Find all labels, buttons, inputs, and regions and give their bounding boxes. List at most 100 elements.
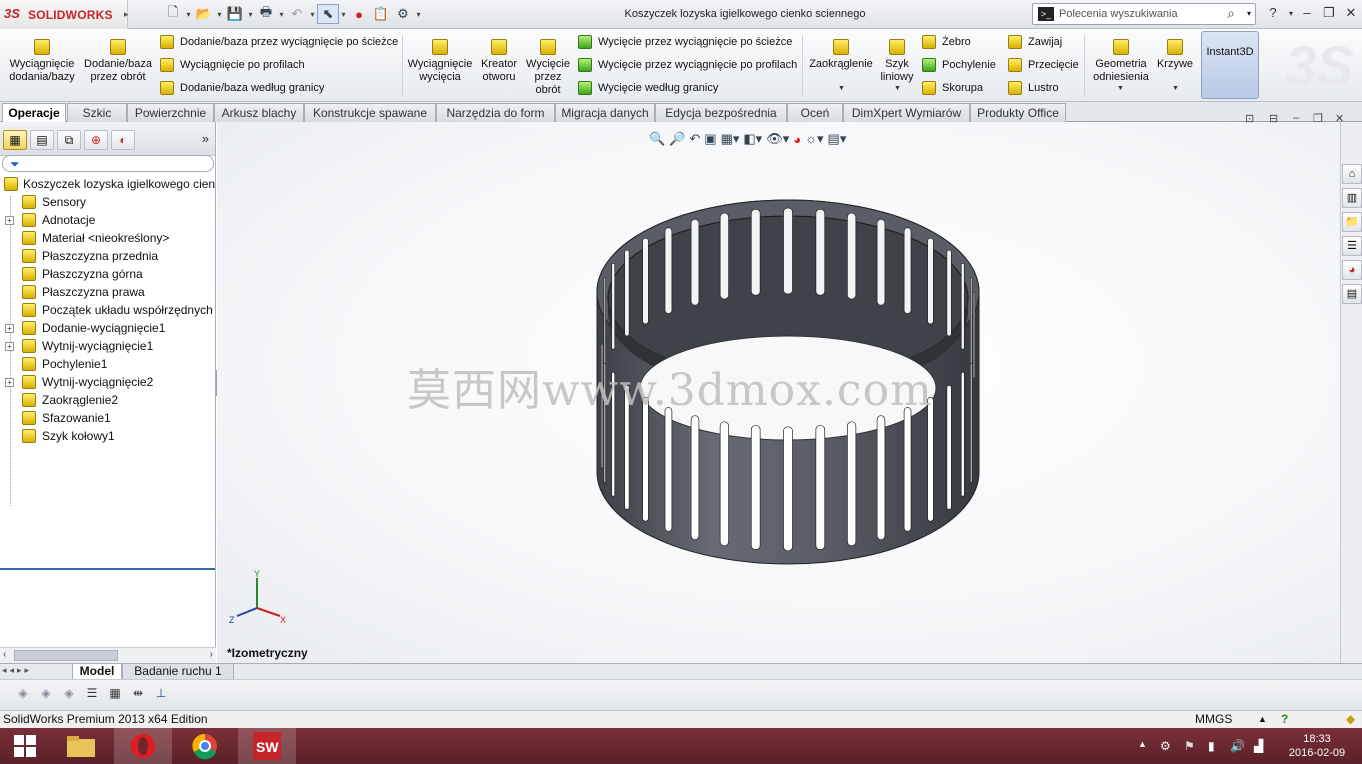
fillet-button[interactable]: Zaokrąglenie (806, 33, 876, 71)
tree-node[interactable]: Początek układu współrzędnych (0, 301, 215, 319)
extruded-cut-button[interactable]: Wyciągnięcie wycięcia (406, 33, 474, 84)
battery-icon[interactable]: ▮ (1208, 739, 1215, 753)
tab-szkic[interactable]: Szkic (67, 103, 127, 122)
new-dropdown-icon[interactable]: ▾ (184, 10, 193, 19)
volume-icon[interactable]: 🔊 (1230, 739, 1245, 753)
expand-node-icon[interactable]: + (5, 342, 14, 351)
lofted-cut-button[interactable]: Wycięcie przez wyciągnięcie po profilach (578, 55, 797, 75)
display-manager-icon[interactable]: ◐ (111, 130, 135, 150)
tree-node[interactable]: + Adnotacje (0, 211, 215, 229)
open-dropdown-icon[interactable]: ▾ (215, 10, 224, 19)
revolved-cut-button[interactable]: Wycięcie przez obrót (524, 33, 572, 97)
action-center-icon[interactable]: ⚑ (1184, 739, 1195, 753)
tree-node[interactable]: Szyk kołowy1 (0, 427, 215, 445)
rib-button[interactable]: Żebro (922, 32, 971, 52)
sketch-tool-2-icon[interactable]: ◈ (37, 686, 55, 704)
tree-node[interactable]: Sfazowanie1 (0, 409, 215, 427)
units-display[interactable]: MMGS (1195, 711, 1232, 728)
draft-button[interactable]: Pochylenie (922, 55, 996, 75)
dimxpert-manager-icon[interactable]: ⊕ (84, 130, 108, 150)
tree-node[interactable]: Materiał <nieokreślony> (0, 229, 215, 247)
select-dropdown-icon[interactable]: ▾ (339, 10, 348, 19)
expand-node-icon[interactable]: + (5, 216, 14, 225)
scroll-right-icon[interactable]: › (210, 649, 213, 660)
open-folder-icon[interactable]: 📂 (193, 4, 215, 24)
wrap-button[interactable]: Zawijaj (1008, 32, 1062, 52)
dimension-icon[interactable]: ⊥ (152, 686, 170, 704)
tab-arkusz-blachy[interactable]: Arkusz blachy (214, 103, 304, 122)
tab-edycja-bezposrednia[interactable]: Edycja bezpośrednia (655, 103, 787, 122)
more-tabs-chevron-icon[interactable]: » (202, 131, 209, 146)
tab-motion-study[interactable]: Badanie ruchu 1 (122, 664, 234, 680)
appearances-scenes-icon[interactable]: ◕ (1342, 260, 1362, 280)
property-manager-icon[interactable]: ▤ (30, 130, 54, 150)
undo-dropdown-icon[interactable]: ▾ (308, 10, 317, 19)
search-dropdown-icon[interactable]: ▾ (1247, 9, 1251, 18)
undo-icon[interactable]: ↶ (286, 4, 308, 24)
ref-geometry-dropdown-icon[interactable]: ▼ (1117, 85, 1124, 92)
boundary-boss-button[interactable]: Dodanie/baza według granicy (160, 78, 324, 98)
close-window-icon[interactable]: ✕ (1340, 5, 1362, 21)
tree-horizontal-scrollbar[interactable]: ‹ › (0, 647, 216, 663)
help-status-icon[interactable]: ? (1281, 711, 1288, 728)
options-dropdown-icon[interactable]: ▾ (414, 10, 423, 19)
tree-node[interactable]: + Dodanie-wyciągnięcie1 (0, 319, 215, 337)
tab-operacje[interactable]: Operacje (2, 103, 66, 123)
chrome-taskbar-icon[interactable] (176, 728, 234, 764)
fillet-dropdown-icon[interactable]: ▼ (838, 85, 845, 92)
solidworks-logo[interactable]: 3S SOLIDWORKS (0, 0, 128, 29)
boundary-cut-button[interactable]: Wycięcie według granicy (578, 78, 718, 98)
extruded-boss-button[interactable]: Wyciągnięcie dodania/bazy (4, 33, 80, 84)
linear-pattern-button[interactable]: Szyk liniowy (876, 33, 918, 84)
rebuild-traffic-light-icon[interactable]: ● (348, 4, 370, 24)
graphics-area[interactable]: ⊡ ⊟ – ❐ ✕ 🔍 🔎 ↶ ▣ ▦▾ ◧▾ 👁▾ ◕ ☼▾ ▤▾ 莫西网ww… (217, 112, 1344, 663)
solidworks-resources-home-icon[interactable]: ⌂ (1342, 164, 1362, 184)
solidworks-taskbar-icon[interactable]: SW (238, 728, 296, 764)
expand-node-icon[interactable]: + (5, 378, 14, 387)
tree-node[interactable]: Pochylenie1 (0, 355, 215, 373)
tab-powierzchnie[interactable]: Powierzchnie (127, 103, 214, 122)
shell-button[interactable]: Skorupa (922, 78, 983, 98)
menu-expand-arrow-icon[interactable]: ▸ (124, 9, 129, 20)
swept-boss-button[interactable]: Dodanie/baza przez wyciągnięcie po ścież… (160, 32, 398, 52)
feature-manager-tree-icon[interactable]: ▦ (3, 130, 27, 150)
minimize-window-icon[interactable]: – (1296, 5, 1318, 20)
tab-scroll-arrows-icon[interactable]: ◂◂▸▸ (2, 665, 32, 676)
command-search-box[interactable]: >_ Polecenia wyszukiwania ⌕ ▾ (1032, 3, 1256, 25)
curves-button[interactable]: Krzywe (1154, 33, 1196, 71)
tree-node[interactable]: Płaszczyzna prawa (0, 283, 215, 301)
tree-node[interactable]: Zaokrąglenie2 (0, 391, 215, 409)
search-icon[interactable]: ⌕ (1227, 5, 1235, 22)
units-dropdown-icon[interactable]: ▲ (1258, 711, 1267, 728)
curves-dropdown-icon[interactable]: ▼ (1172, 85, 1179, 92)
network-sync-icon[interactable]: ⚙ (1160, 739, 1171, 753)
scroll-thumb[interactable] (14, 650, 118, 661)
windows-start-icon[interactable] (0, 728, 50, 764)
layers-icon[interactable]: ☰ (83, 686, 101, 704)
custom-properties-icon[interactable]: ▤ (1342, 284, 1362, 304)
opera-taskbar-icon[interactable] (114, 728, 172, 764)
view-palette-icon[interactable]: ☰ (1342, 236, 1362, 256)
tree-node[interactable]: Płaszczyzna przednia (0, 247, 215, 265)
tree-node[interactable]: + Wytnij-wyciągnięcie2 (0, 373, 215, 391)
tab-narzedzia-do-form[interactable]: Narzędzia do form (436, 103, 555, 122)
tab-ocen[interactable]: Oceń (787, 103, 843, 122)
file-properties-icon[interactable]: 📋 (370, 4, 392, 24)
mirror-button[interactable]: Lustro (1008, 78, 1059, 98)
tab-migracja-danych[interactable]: Migracja danych (555, 103, 655, 122)
tree-node[interactable]: + Wytnij-wyciągnięcie1 (0, 337, 215, 355)
restore-window-icon[interactable]: ❐ (1318, 5, 1340, 21)
tab-produkty-office[interactable]: Produkty Office (970, 103, 1066, 122)
intersect-button[interactable]: Przecięcie (1008, 55, 1079, 75)
tree-node[interactable]: Sensory (0, 193, 215, 211)
align-icon[interactable]: ⇹ (129, 686, 147, 704)
grid-icon[interactable]: ▦ (106, 686, 124, 704)
new-document-icon[interactable]: 🗋 (162, 4, 184, 24)
tag-icon[interactable]: ◆ (1346, 711, 1355, 728)
print-icon[interactable]: 🖶 (255, 4, 277, 24)
print-dropdown-icon[interactable]: ▾ (277, 10, 286, 19)
expand-node-icon[interactable]: + (5, 324, 14, 333)
configuration-manager-icon[interactable]: ⧉ (57, 130, 81, 150)
save-dropdown-icon[interactable]: ▾ (246, 10, 255, 19)
rollback-bar[interactable] (0, 568, 215, 570)
